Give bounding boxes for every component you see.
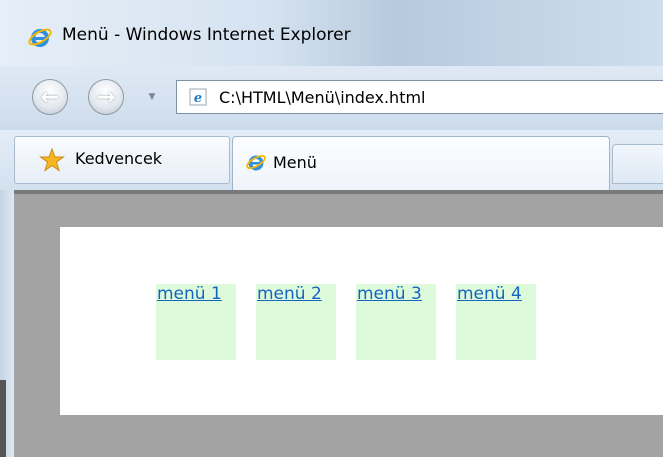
page-content: menü 1 menü 2 menü 3 menü 4 xyxy=(60,227,663,415)
menu-item: menü 2 xyxy=(256,284,336,360)
back-button[interactable]: ← xyxy=(32,79,68,115)
menu-link-4[interactable]: menü 4 xyxy=(457,284,522,304)
menu-link-1[interactable]: menü 1 xyxy=(157,284,222,304)
menu-item: menü 1 xyxy=(156,284,236,360)
tab-bar: Kedvencek Menü xyxy=(0,130,663,190)
menu-link-3[interactable]: menü 3 xyxy=(357,284,422,304)
title-bar: Menü - Windows Internet Explorer xyxy=(0,0,663,66)
viewport-border xyxy=(14,190,663,194)
frame-edge xyxy=(0,380,6,457)
forward-button[interactable]: → xyxy=(88,79,124,115)
new-tab-button[interactable] xyxy=(612,144,663,184)
address-text[interactable]: C:\HTML\Menü\index.html xyxy=(219,88,426,107)
favorites-label: Kedvencek xyxy=(75,149,163,168)
tab-label: Menü xyxy=(273,153,317,172)
favorites-button[interactable]: Kedvencek xyxy=(14,136,230,184)
internet-explorer-icon xyxy=(246,155,266,171)
back-arrow-icon: ← xyxy=(40,84,60,110)
menu-item: menü 3 xyxy=(356,284,436,360)
menu-link-2[interactable]: menü 2 xyxy=(257,284,322,304)
internet-explorer-page-icon: e xyxy=(189,88,207,106)
page-viewport: menü 1 menü 2 menü 3 menü 4 xyxy=(14,190,663,457)
window-title: Menü - Windows Internet Explorer xyxy=(62,25,351,45)
tab-menu[interactable]: Menü xyxy=(232,136,610,190)
svg-text:e: e xyxy=(194,91,202,106)
menu-item: menü 4 xyxy=(456,284,536,360)
browser-window: Menü - Windows Internet Explorer ← → ▼ e… xyxy=(0,0,663,457)
chevron-down-icon: ▼ xyxy=(148,92,156,102)
navigation-bar: ← → ▼ e C:\HTML\Menü\index.html xyxy=(0,66,663,130)
address-bar[interactable]: e C:\HTML\Menü\index.html xyxy=(176,80,663,114)
star-icon xyxy=(39,147,65,172)
recent-pages-dropdown[interactable]: ▼ xyxy=(145,90,159,104)
internet-explorer-icon xyxy=(28,28,52,47)
forward-arrow-icon: → xyxy=(96,84,116,110)
